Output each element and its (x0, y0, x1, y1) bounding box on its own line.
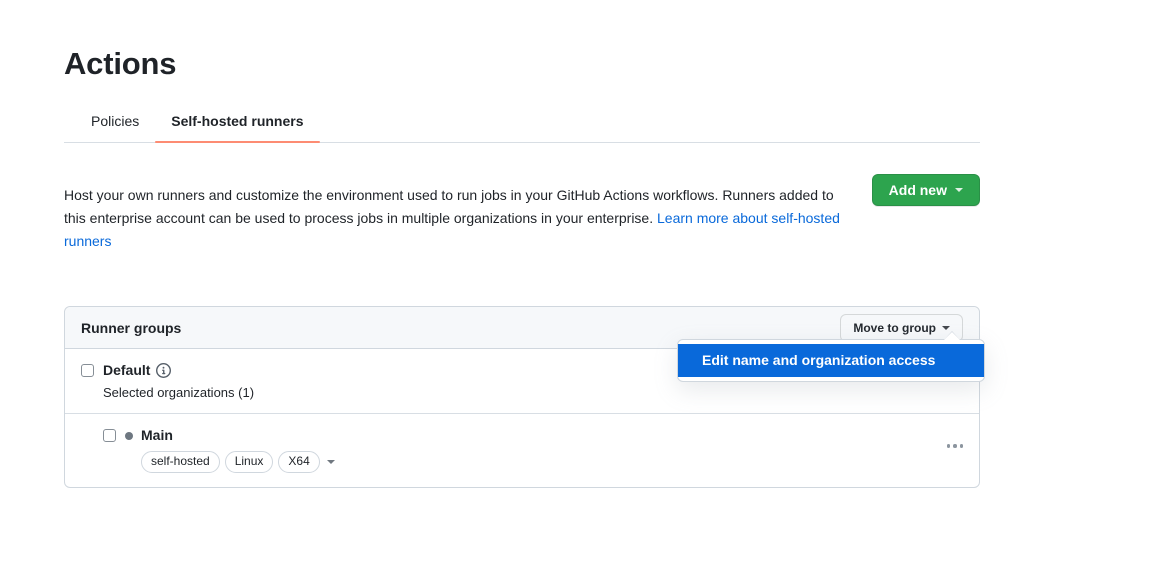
chevron-down-icon (942, 326, 950, 330)
card-title: Runner groups (81, 320, 181, 336)
group-checkbox[interactable] (81, 364, 94, 377)
tab-policies[interactable]: Policies (75, 111, 155, 142)
add-new-label: Add new (889, 182, 947, 198)
group-actions-dropdown: Edit name and organization access (677, 339, 985, 382)
runner-labels: self-hosted Linux X64 (141, 451, 963, 473)
page-container: Actions Policies Self-hosted runners Hos… (64, 0, 980, 488)
intro-row: Host your own runners and customize the … (64, 170, 980, 267)
tab-navigation: Policies Self-hosted runners (64, 108, 980, 143)
add-new-button[interactable]: Add new (872, 174, 980, 206)
kebab-dot (953, 444, 957, 448)
info-icon[interactable] (156, 363, 171, 378)
runner-groups-card: Runner groups Move to group Default Sele… (64, 306, 980, 488)
labels-chevron-down-icon[interactable] (327, 460, 335, 464)
kebab-dot (947, 444, 951, 448)
runner-kebab-menu-button[interactable] (947, 444, 964, 448)
move-to-group-label: Move to group (853, 321, 936, 335)
tab-self-hosted-runners[interactable]: Self-hosted runners (155, 111, 319, 142)
intro-description: Host your own runners and customize the … (64, 184, 844, 253)
page-title: Actions (64, 0, 980, 84)
runner-label-x64: X64 (278, 451, 319, 473)
runner-label-linux: Linux (225, 451, 274, 473)
menu-item-edit-name-and-organization-access[interactable]: Edit name and organization access (678, 344, 984, 377)
runner-name-line: Main (125, 426, 963, 445)
group-subtitle: Selected organizations (1) (103, 383, 836, 402)
runner-row-main: Main self-hosted Linux X64 (65, 414, 979, 487)
chevron-down-icon (955, 188, 963, 192)
runner-name[interactable]: Main (141, 426, 173, 445)
group-name: Default (103, 361, 150, 380)
kebab-dot (960, 444, 964, 448)
runner-checkbox[interactable] (103, 429, 116, 442)
runner-status-dot-icon (125, 432, 133, 440)
runner-info: Main self-hosted Linux X64 (125, 426, 963, 473)
runner-label-self-hosted: self-hosted (141, 451, 220, 473)
